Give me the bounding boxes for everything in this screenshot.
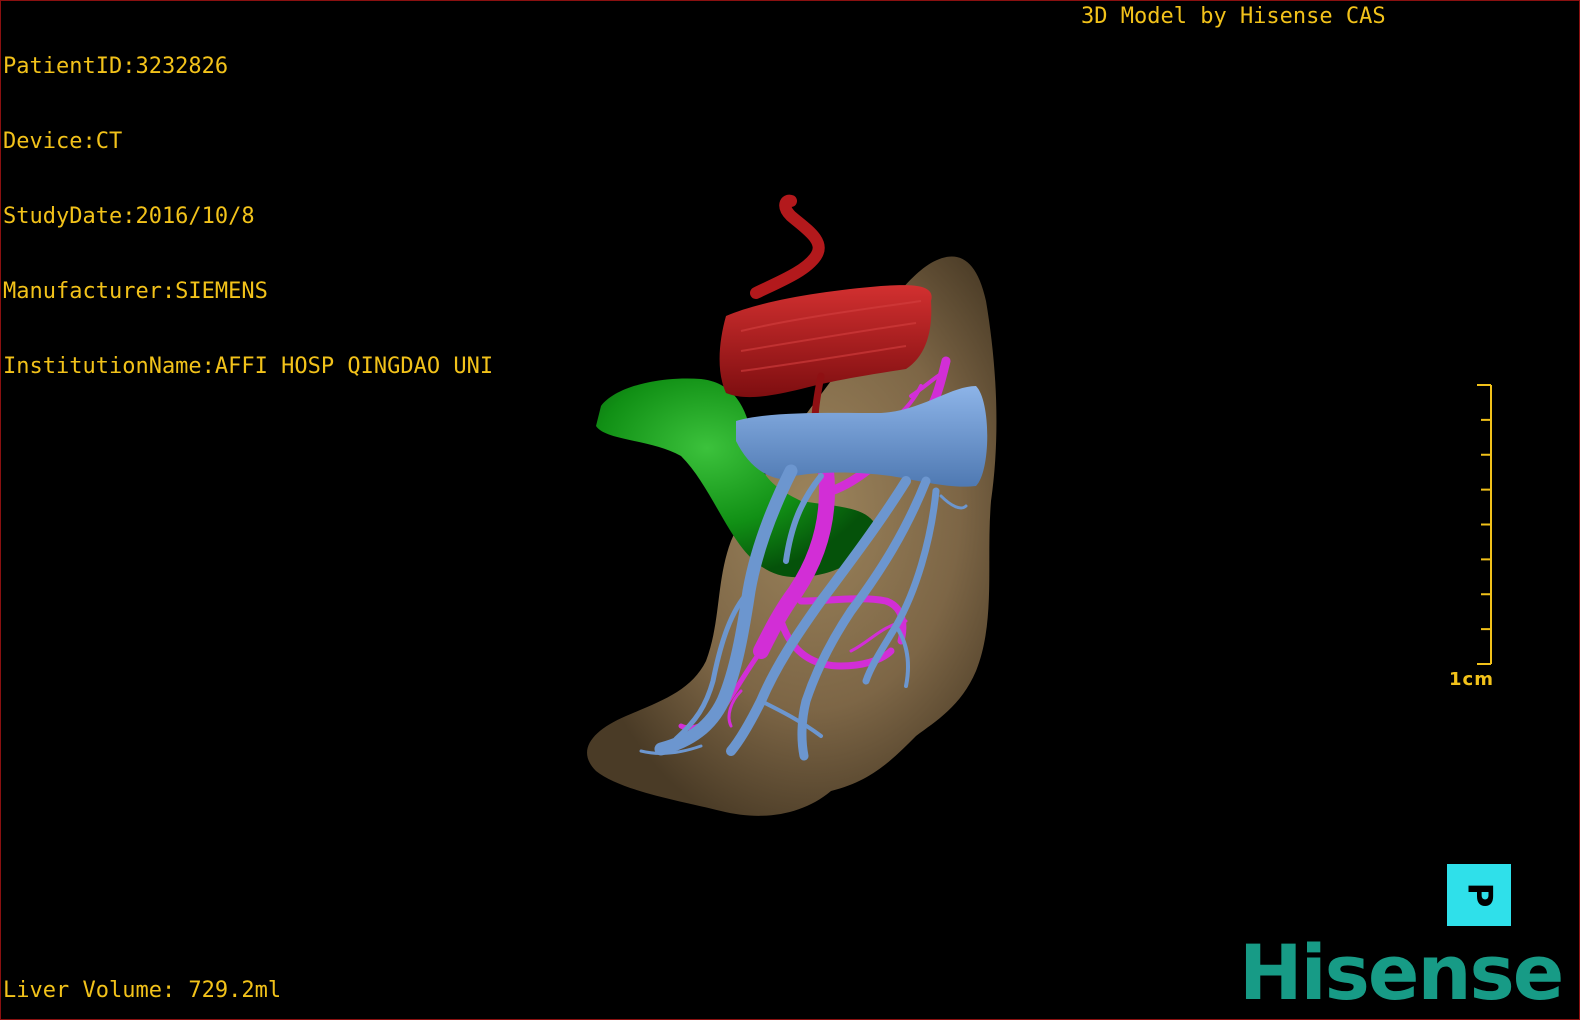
scale-ruler (1477, 384, 1492, 665)
institution-text: InstitutionName:AFFI HOSP QINGDAO UNI (3, 354, 494, 379)
device-text: Device:CT (3, 129, 123, 154)
liver-volume-text: Liver Volume: 729.2ml (3, 978, 282, 1003)
study-date-text: StudyDate:2016/10/8 (3, 204, 255, 229)
scale-label: 1cm (1449, 669, 1494, 690)
patient-id-text: PatientID:3232826 (3, 54, 229, 79)
3d-viewport[interactable]: PatientID:3232826 Device:CT StudyDate:20… (0, 0, 1580, 1020)
orientation-cube[interactable]: P (1447, 864, 1511, 926)
study-info-panel: PatientID:3232826 Device:CT StudyDate:20… (3, 4, 493, 429)
manufacturer-text: Manufacturer:SIEMENS (3, 279, 268, 304)
hisense-logo: Hisense (1239, 928, 1564, 1017)
model-credit-text: 3D Model by Hisense CAS (1081, 4, 1386, 29)
orientation-label: P (1458, 882, 1499, 908)
